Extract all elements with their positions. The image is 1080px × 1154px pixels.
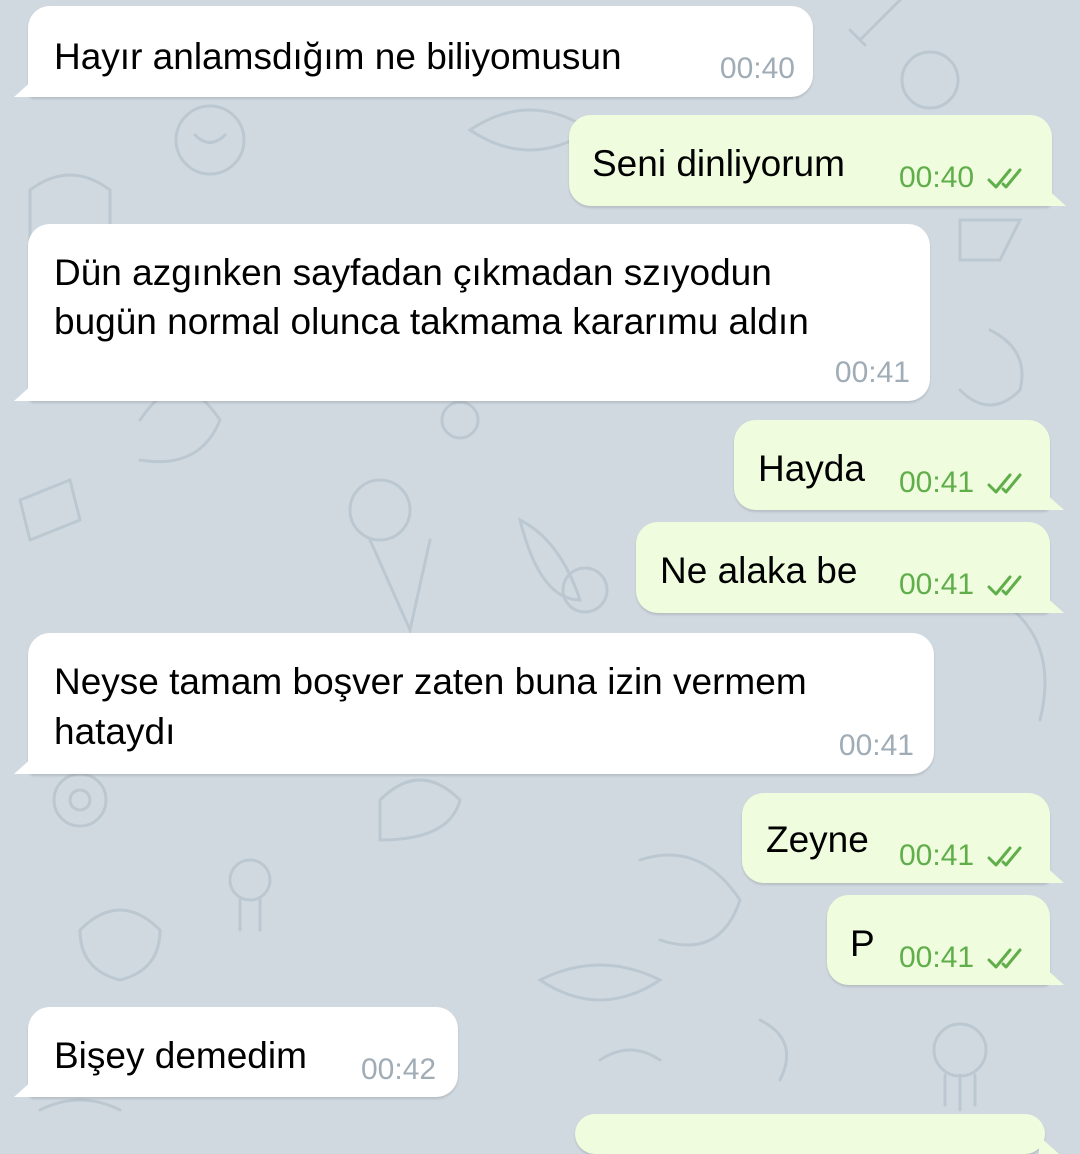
message-time: 00:42 bbox=[361, 1053, 437, 1086]
message-bubble-outgoing[interactable]: Zeyne 00:41 bbox=[742, 793, 1050, 883]
double-check-icon bbox=[987, 473, 1022, 494]
double-check-icon bbox=[987, 575, 1022, 596]
double-check-icon bbox=[987, 948, 1022, 969]
message-bubble-outgoing[interactable]: Seni dinliyorum 00:40 bbox=[569, 115, 1052, 206]
message-time: 00:41 bbox=[834, 356, 910, 389]
message-bubble-outgoing[interactable]: Ne alaka be 00:41 bbox=[636, 522, 1050, 613]
message-text: Ne alaka be bbox=[660, 550, 858, 591]
message-time: 00:41 bbox=[899, 941, 975, 974]
message-text: Seni dinliyorum bbox=[592, 143, 845, 184]
message-bubble-outgoing[interactable]: Hayda 00:41 bbox=[734, 420, 1050, 510]
message-bubble-incoming[interactable]: Hayır anlamsdığım ne biliyomusun 00:40 bbox=[28, 6, 813, 97]
message-time: 00:41 bbox=[838, 729, 914, 762]
message-time: 00:41 bbox=[899, 466, 975, 499]
message-text: Hayda bbox=[758, 448, 865, 489]
message-text-line: bugün normal olunca takmama kararımu ald… bbox=[54, 301, 809, 342]
message-bubble-incoming[interactable]: Bişey demedim 00:42 bbox=[28, 1007, 458, 1097]
message-time: 00:41 bbox=[899, 568, 975, 601]
message-text: Zeyne bbox=[766, 819, 869, 860]
double-check-icon bbox=[987, 846, 1022, 867]
message-bubble-outgoing[interactable]: P 00:41 bbox=[827, 895, 1050, 985]
message-time: 00:40 bbox=[899, 161, 975, 194]
message-bubble-incoming[interactable]: Neyse tamam boşver zaten buna izin verme… bbox=[28, 633, 934, 774]
message-text-line: Neyse tamam boşver zaten buna izin verme… bbox=[54, 661, 807, 702]
message-time: 00:40 bbox=[719, 52, 795, 85]
message-bubble-incoming[interactable]: Dün azgınken sayfadan çıkmadan szıyodun … bbox=[28, 224, 930, 401]
message-bubble-outgoing-partial[interactable] bbox=[575, 1114, 1045, 1154]
message-text-line: Dün azgınken sayfadan çıkmadan szıyodun bbox=[54, 252, 772, 293]
message-text: Hayır anlamsdığım ne biliyomusun bbox=[54, 36, 622, 77]
double-check-icon bbox=[987, 168, 1022, 189]
message-text: P bbox=[850, 923, 875, 964]
message-text-line: hataydı bbox=[54, 711, 176, 752]
message-text: Bişey demedim bbox=[54, 1035, 307, 1076]
message-time: 00:41 bbox=[899, 839, 975, 872]
